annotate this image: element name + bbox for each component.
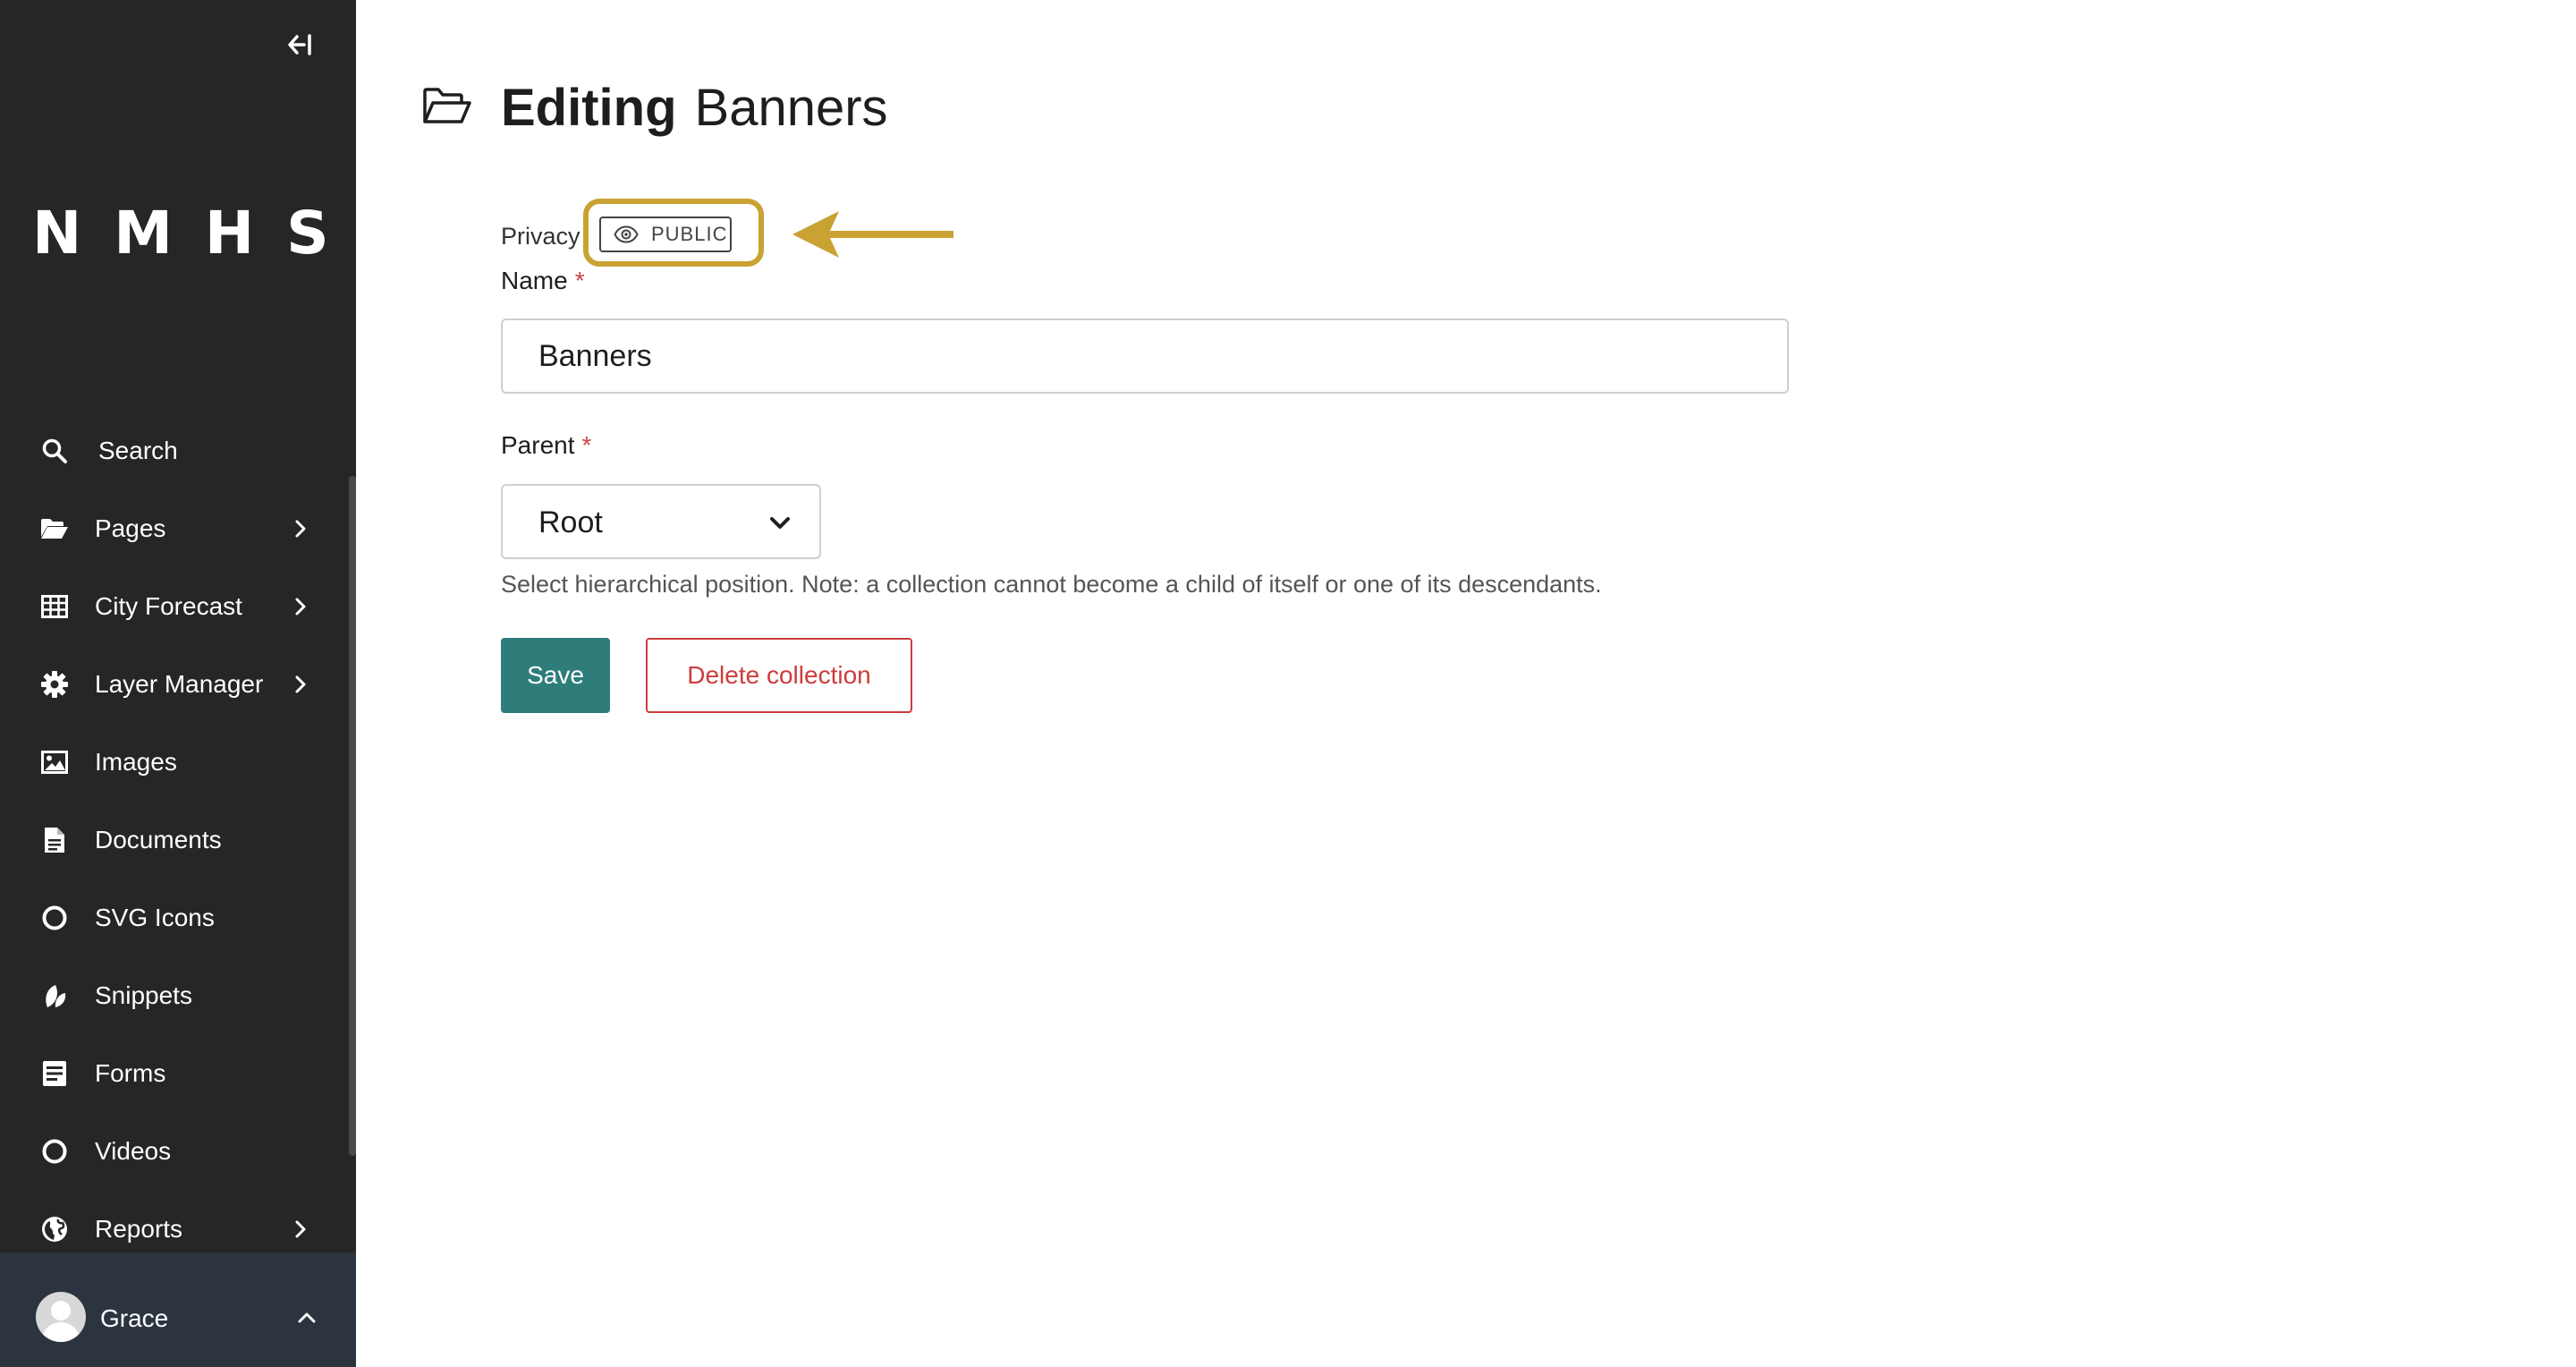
sidebar-item-label: Forms <box>95 1058 166 1087</box>
logo[interactable]: NMHS <box>0 199 356 267</box>
name-input[interactable] <box>501 318 1789 394</box>
gear-icon <box>39 669 70 700</box>
arrow-left-icon <box>792 211 953 258</box>
chevron-right-icon <box>290 674 311 695</box>
sidebar-item-documents[interactable]: Documents <box>0 801 349 879</box>
sidebar-item-search[interactable]: Search <box>0 412 349 489</box>
parent-label: Parent * <box>501 431 591 460</box>
sidebar-item-label: Documents <box>95 825 222 853</box>
chevron-down-icon <box>767 511 792 536</box>
account-name: Grace <box>100 1304 169 1332</box>
parent-help-text: Select hierarchical position. Note: a co… <box>501 571 1602 598</box>
sidebar-item-label: Snippets <box>95 981 192 1009</box>
name-label: Name * <box>501 267 585 295</box>
required-marker: * <box>574 267 585 294</box>
collapse-sidebar-button[interactable] <box>279 27 320 63</box>
required-marker: * <box>581 431 592 459</box>
circle-icon <box>39 1136 70 1167</box>
account-menu[interactable]: Grace <box>0 1252 356 1367</box>
privacy-toggle-button[interactable]: PUBLIC <box>599 217 732 252</box>
collapse-left-icon <box>288 34 311 55</box>
parent-select[interactable]: Root <box>501 484 821 559</box>
sidebar-item-label: Pages <box>95 514 166 542</box>
sidebar-item-label: Images <box>95 747 177 776</box>
sidebar-item-label: City Forecast <box>95 591 242 620</box>
sidebar-item-svg-icons[interactable]: SVG Icons <box>0 879 349 956</box>
sidebar-item-layer-manager[interactable]: Layer Manager <box>0 645 349 723</box>
sidebar-item-videos[interactable]: Videos <box>0 1112 349 1190</box>
circle-icon <box>39 903 70 933</box>
page-title: Editing Banners <box>501 77 888 140</box>
sidebar-item-label: Layer Manager <box>95 669 264 698</box>
page-title-object: Banners <box>694 79 888 137</box>
sidebar-item-label: SVG Icons <box>95 903 215 931</box>
chevron-right-icon <box>290 1218 311 1240</box>
document-icon <box>39 825 70 855</box>
sidebar-item-pages[interactable]: Pages <box>0 489 349 567</box>
table-icon <box>39 591 70 622</box>
sidebar-item-label: Reports <box>95 1214 183 1243</box>
sidebar-scrollbar[interactable] <box>349 476 356 1156</box>
sidebar-item-label: Search <box>98 436 178 464</box>
search-icon <box>39 436 70 466</box>
eye-icon <box>614 225 639 243</box>
privacy-row: Privacy <box>501 218 580 254</box>
privacy-label: Privacy <box>501 222 580 250</box>
globe-icon <box>39 1214 70 1244</box>
folder-open-icon <box>422 86 472 127</box>
chevron-up-icon <box>295 1306 318 1329</box>
parent-select-value: Root <box>538 505 603 539</box>
image-icon <box>39 747 70 777</box>
sidebar-item-city-forecast[interactable]: City Forecast <box>0 567 349 645</box>
avatar <box>36 1292 86 1342</box>
chevron-right-icon <box>290 518 311 539</box>
main-menu: Search Pages City Forecast Layer Manager… <box>0 412 349 1268</box>
sidebar-item-label: Videos <box>95 1136 172 1165</box>
parent-label-text: Parent <box>501 431 575 459</box>
page-title-action: Editing <box>501 79 677 137</box>
save-button[interactable]: Save <box>501 638 610 713</box>
leaf-icon <box>39 981 70 1011</box>
chevron-right-icon <box>290 596 311 617</box>
sidebar-item-snippets[interactable]: Snippets <box>0 956 349 1034</box>
privacy-status: PUBLIC <box>651 223 728 245</box>
form-icon <box>39 1058 70 1089</box>
sidebar-item-forms[interactable]: Forms <box>0 1034 349 1112</box>
name-label-text: Name <box>501 267 568 294</box>
folder-open-icon <box>39 514 70 544</box>
sidebar: NMHS Search Pages City Forecast Layer Ma… <box>0 0 356 1367</box>
main-content: EditingBanners Privacy PUBLIC Name* Pare… <box>356 0 2576 1367</box>
delete-collection-button[interactable]: Delete collection <box>646 638 912 713</box>
sidebar-item-images[interactable]: Images <box>0 723 349 801</box>
